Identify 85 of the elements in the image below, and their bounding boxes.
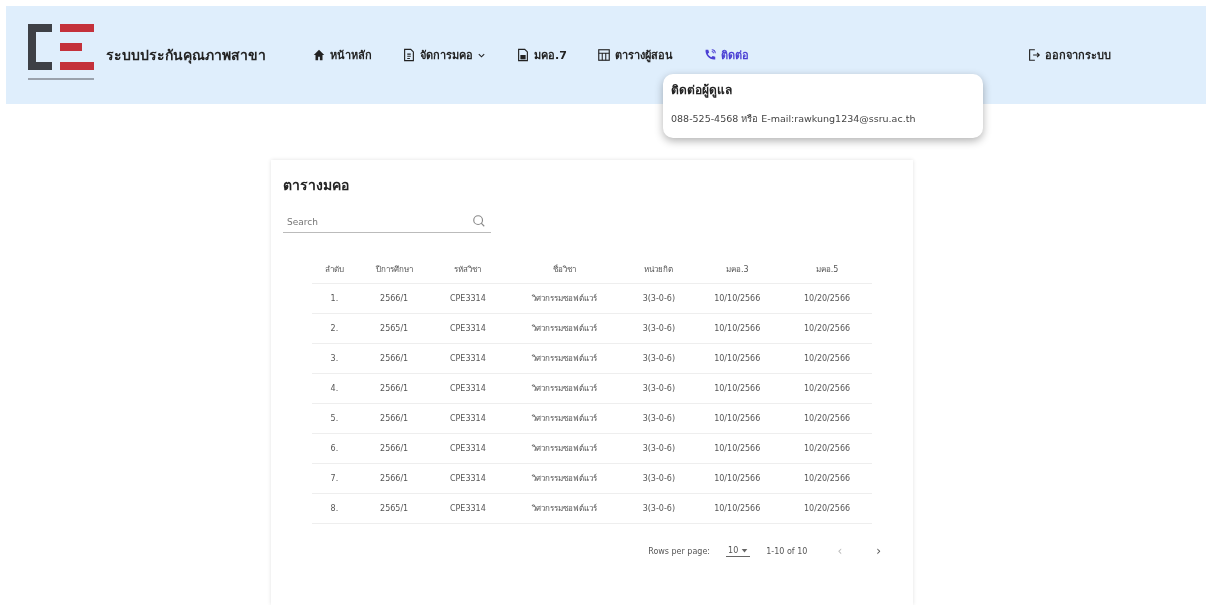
table-cell: 2566/1	[356, 463, 432, 494]
table-cell: 8.	[312, 493, 357, 524]
table-cell: 3.	[312, 343, 357, 374]
nav-link[interactable]: มคอ.7	[516, 46, 567, 64]
nav-link[interactable]: จัดการมคอ	[402, 46, 486, 64]
table-cell: 10/10/2566	[692, 493, 783, 524]
table-cell: 3(3-0-6)	[625, 343, 693, 374]
table-cell: 3(3-0-6)	[625, 463, 693, 494]
table-cell: วิศวกรรมซอฟต์แวร์	[504, 313, 626, 344]
table-cell: 4.	[312, 373, 357, 404]
table-cell: 3(3-0-6)	[625, 283, 693, 314]
table-cell: วิศวกรรมซอฟต์แวร์	[504, 433, 626, 464]
table-cell: 10/20/2566	[782, 373, 872, 404]
table-cell: วิศวกรรมซอฟต์แวร์	[504, 463, 626, 494]
table-cell: 10/10/2566	[692, 463, 783, 494]
next-page-button[interactable]: ›	[872, 544, 885, 558]
table-cell: 10/10/2566	[692, 373, 783, 404]
caret-icon	[741, 547, 749, 554]
table-cell: 10/10/2566	[692, 343, 783, 374]
table-cell: CPE3314	[431, 433, 505, 464]
table-icon	[596, 48, 611, 62]
column-header: ชื่อวิชา	[504, 255, 626, 284]
card-title: ตารางมคอ	[283, 176, 350, 195]
table-cell: 10/10/2566	[692, 313, 783, 344]
table-cell: 10/20/2566	[782, 403, 872, 434]
file-icon	[516, 48, 530, 62]
table-cell: 2565/1	[356, 313, 432, 344]
column-header: ปีการศึกษา	[356, 255, 432, 284]
table-cell: 2566/1	[356, 343, 432, 374]
table-cell: CPE3314	[431, 343, 505, 374]
table-cell: CPE3314	[431, 493, 505, 524]
table-cell: 10/10/2566	[692, 433, 783, 464]
table-cell: วิศวกรรมซอฟต์แวร์	[504, 283, 626, 314]
table-cell: 2566/1	[356, 433, 432, 464]
table-cell: 3(3-0-6)	[625, 373, 693, 404]
table-cell: วิศวกรรมซอฟต์แวร์	[504, 343, 626, 374]
table-cell: CPE3314	[431, 463, 505, 494]
home-icon	[312, 48, 326, 62]
rows-per-page-select[interactable]: 10	[726, 545, 751, 557]
table-cell: 3(3-0-6)	[625, 493, 693, 524]
table-cell: วิศวกรรมซอฟต์แวร์	[504, 403, 626, 434]
table-cell: CPE3314	[431, 403, 505, 434]
table-cell: CPE3314	[431, 373, 505, 404]
search-field[interactable]: Search	[283, 212, 491, 233]
table-cell: 10/20/2566	[782, 283, 872, 314]
table-cell: 10/10/2566	[692, 283, 783, 314]
table-cell: 2566/1	[356, 373, 432, 404]
table-cell: 10/20/2566	[782, 463, 872, 494]
document-icon	[402, 48, 416, 62]
column-header: มคอ.3	[692, 255, 783, 284]
contact-info: 088-525-4568 หรือ E-mail:rawkung1234@ssru.ac.th	[671, 112, 917, 126]
table-cell: 6.	[312, 433, 357, 464]
popup-title: ติดต่อผู้ดูแล	[671, 82, 733, 99]
logout-link[interactable]: ออกจากระบบ	[1027, 46, 1111, 64]
table-cell: 2566/1	[356, 283, 432, 314]
table-cell: 2566/1	[356, 403, 432, 434]
column-header: หน่วยกิต	[625, 255, 693, 284]
table-cell: 3(3-0-6)	[625, 403, 693, 434]
search-icon	[472, 214, 486, 228]
nav-link[interactable]: หน้าหลัก	[312, 46, 372, 64]
nav-link[interactable]: ตารางผู้สอน	[596, 46, 673, 64]
table-cell: CPE3314	[431, 313, 505, 344]
table-cell: 3(3-0-6)	[625, 313, 693, 344]
site-title: ระบบประกันคุณภาพสาขา	[106, 46, 266, 66]
column-header: รหัสวิชา	[431, 255, 505, 284]
table-cell: 10/20/2566	[782, 343, 872, 374]
column-header: ลำดับ	[312, 255, 357, 284]
table-cell: 10/20/2566	[782, 493, 872, 524]
table-cell: วิศวกรรมซอฟต์แวร์	[504, 373, 626, 404]
logout-icon	[1027, 48, 1041, 62]
rows-per-page-label: Rows per page:	[648, 546, 711, 556]
table-cell: 10/10/2566	[692, 403, 783, 434]
page-range: 1-10 of 10	[766, 546, 808, 556]
table-cell: 3(3-0-6)	[625, 433, 693, 464]
table-cell: 10/20/2566	[782, 313, 872, 344]
table-cell: 2565/1	[356, 493, 432, 524]
table-cell: 1.	[312, 283, 357, 314]
table-cell: 7.	[312, 463, 357, 494]
table-cell: วิศวกรรมซอฟต์แวร์	[504, 493, 626, 524]
table-cell: CPE3314	[431, 283, 505, 314]
column-header: มคอ.5	[782, 255, 872, 284]
table-cell: 10/20/2566	[782, 433, 872, 464]
nav-link[interactable]: ติดต่อ	[702, 46, 749, 64]
table-cell: 5.	[312, 403, 357, 434]
table-cell: 2.	[312, 313, 357, 344]
